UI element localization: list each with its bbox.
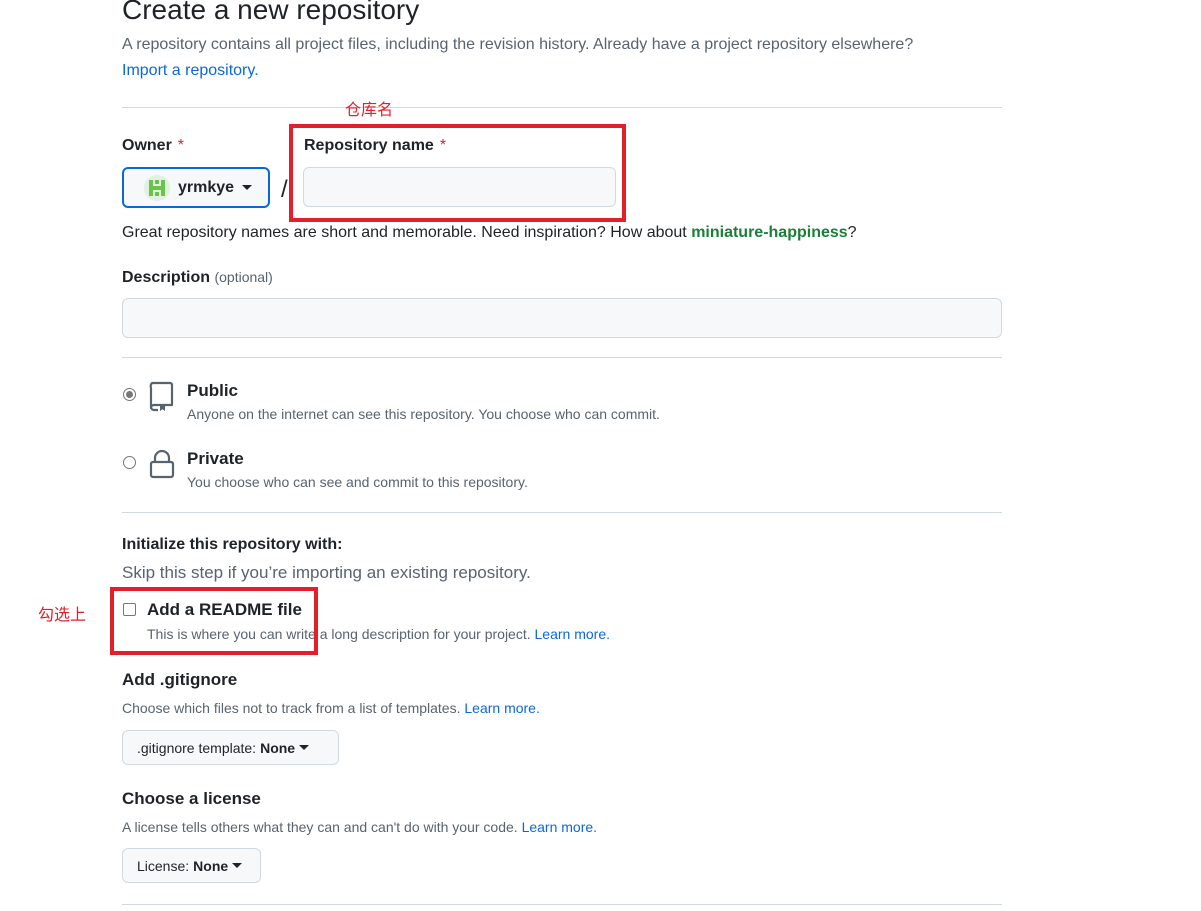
description-label: Description (optional)	[122, 269, 273, 287]
private-description: You choose who can see and commit to thi…	[187, 474, 528, 490]
license-description: A license tells others what they can and…	[122, 819, 597, 835]
license-divider	[122, 904, 1002, 905]
gitignore-select-value: None	[260, 739, 296, 756]
description-divider	[122, 357, 1002, 358]
gitignore-description: Choose which files not to track from a l…	[122, 700, 540, 716]
private-radio[interactable]	[123, 456, 136, 469]
chevron-down-icon	[232, 863, 243, 868]
page-title: Create a new repository	[122, 0, 420, 25]
repo-name-annotation: 仓库名	[345, 102, 394, 119]
description-label-text: Description	[122, 269, 211, 286]
owner-label: Owner *	[122, 137, 184, 155]
owner-select-button[interactable]: yrmkye	[122, 167, 270, 208]
lock-icon	[149, 449, 175, 479]
avatar	[144, 174, 170, 201]
repo-icon	[149, 381, 174, 412]
description-input[interactable]	[122, 298, 1002, 338]
repo-name-suggestion[interactable]: miniature-happiness	[691, 224, 847, 241]
owner-repo-separator: /	[281, 176, 288, 203]
owner-label-text: Owner	[122, 137, 172, 154]
initialize-subtitle: Skip this step if you’re importing an ex…	[122, 563, 531, 582]
private-title: Private	[187, 449, 244, 468]
header-divider	[122, 107, 1002, 108]
owner-required-mark: *	[177, 137, 185, 154]
page-subtitle: A repository contains all project files,…	[122, 36, 914, 53]
gitignore-select-prefix: .gitignore template:	[137, 739, 257, 756]
repo-name-highlight-box	[289, 124, 626, 222]
license-title: Choose a license	[122, 789, 261, 808]
initialize-title: Initialize this repository with:	[122, 536, 343, 553]
gitignore-learn-more-link[interactable]: Learn more.	[464, 700, 539, 716]
public-radio[interactable]	[123, 388, 136, 401]
gitignore-title: Add .gitignore	[122, 670, 238, 689]
readme-highlight-box	[110, 587, 318, 655]
readme-learn-more-link[interactable]: Learn more.	[535, 626, 610, 642]
gitignore-description-text: Choose which files not to track from a l…	[122, 700, 461, 716]
repo-name-hint-text: Great repository names are short and mem…	[122, 224, 687, 241]
owner-name: yrmkye	[178, 178, 235, 196]
public-description: Anyone on the internet can see this repo…	[187, 406, 660, 422]
chevron-down-icon	[242, 185, 253, 190]
description-optional: (optional)	[214, 269, 273, 285]
import-repository-link[interactable]: Import a repository.	[122, 62, 259, 80]
license-select[interactable]: License: None	[122, 848, 261, 883]
gitignore-template-select[interactable]: .gitignore template: None	[122, 730, 339, 765]
repo-name-hint-end: ?	[847, 224, 857, 241]
visibility-divider	[122, 512, 1002, 513]
license-select-prefix: License:	[137, 857, 190, 874]
chevron-down-icon	[299, 745, 310, 750]
identicon-icon	[144, 174, 170, 201]
repo-name-hint: Great repository names are short and mem…	[122, 224, 857, 242]
license-learn-more-link[interactable]: Learn more.	[522, 819, 597, 835]
readme-annotation: 勾选上	[38, 607, 87, 624]
license-select-value: None	[193, 857, 229, 874]
public-title: Public	[187, 381, 239, 400]
license-description-text: A license tells others what they can and…	[122, 819, 518, 835]
